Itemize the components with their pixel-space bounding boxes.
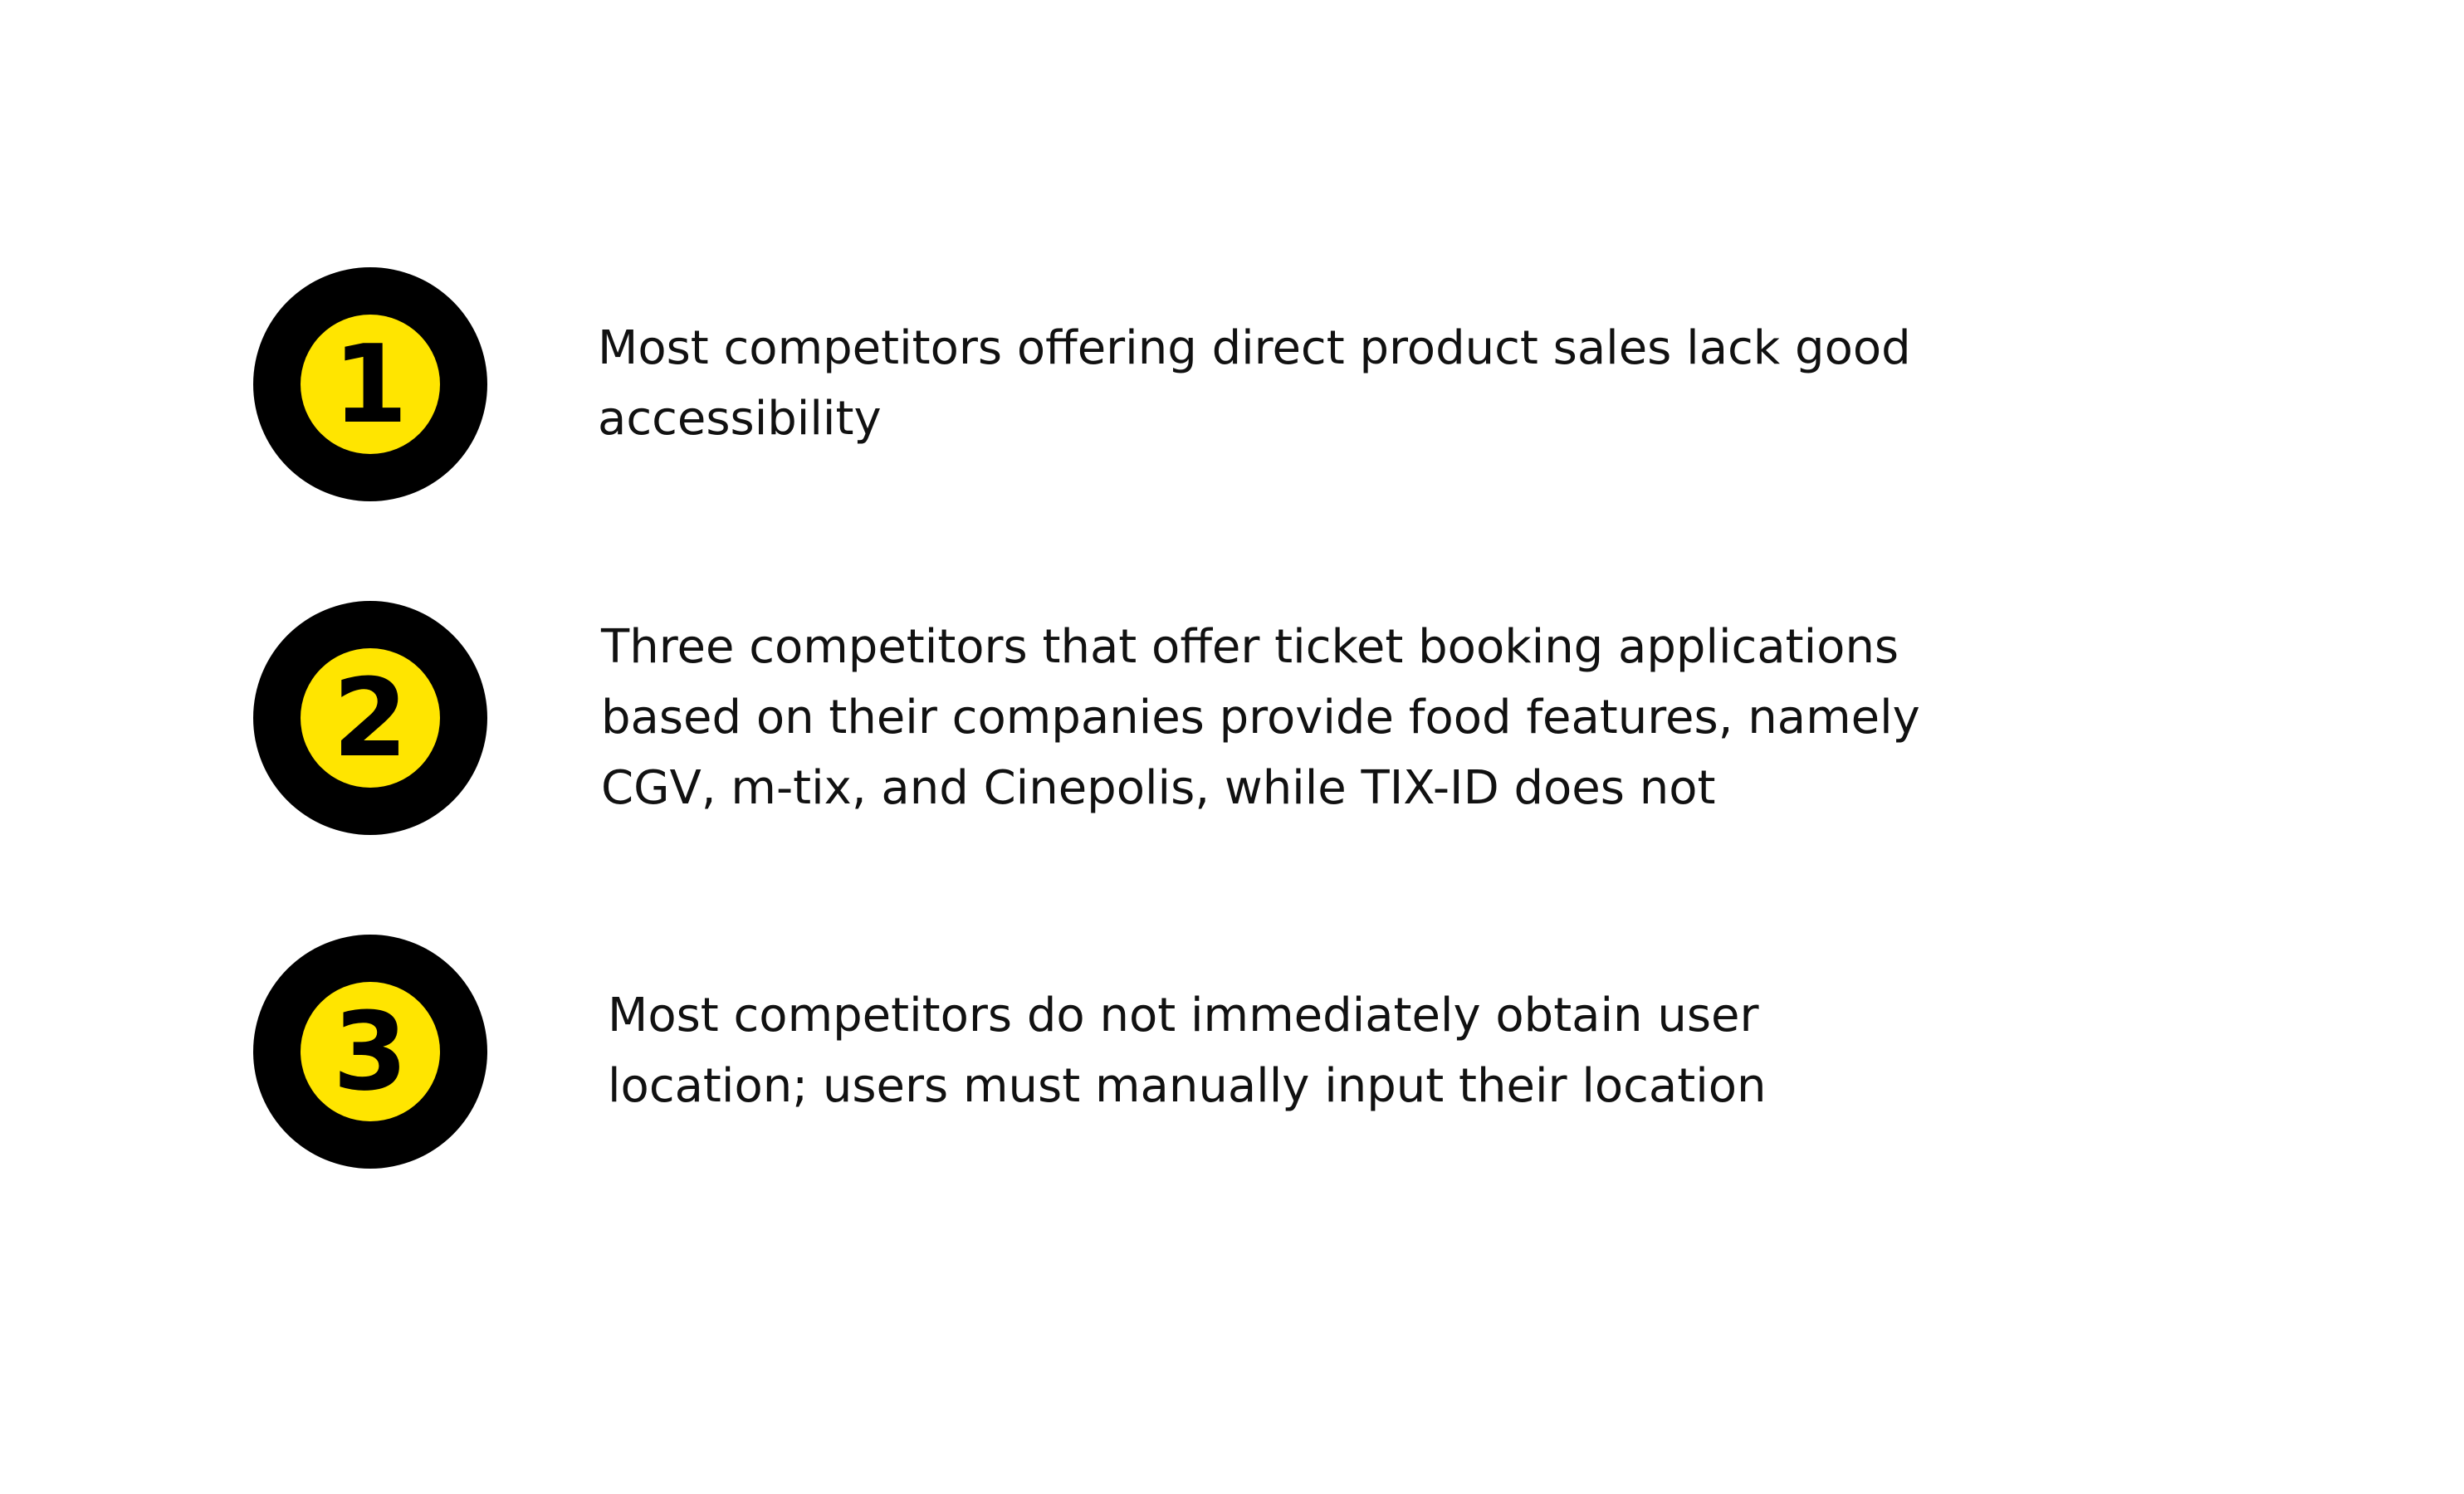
number-badge: 2: [253, 601, 487, 835]
finding-text: Most competitors offering direct product…: [598, 321, 1911, 446]
finding-text: Three competitors that offer ticket book…: [601, 620, 1920, 815]
number-badge: 3: [253, 935, 487, 1169]
finding-text: Most competitors do not immediately obta…: [608, 989, 1767, 1113]
findings-page: 1 Most competitors offering direct produ…: [0, 0, 2464, 1494]
badge-number: 2: [301, 648, 440, 788]
badge-number: 3: [301, 982, 440, 1121]
number-badge: 1: [253, 267, 487, 501]
badge-number: 1: [301, 315, 440, 454]
